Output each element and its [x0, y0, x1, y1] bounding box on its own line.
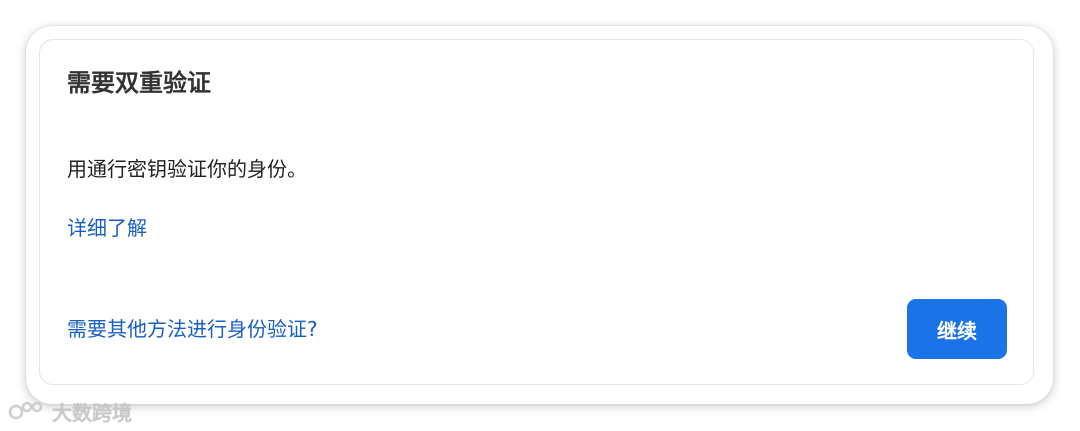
learn-more-link[interactable]: 详细了解	[67, 213, 147, 243]
watermark: 大数跨境	[8, 396, 132, 426]
continue-button[interactable]: 继续	[907, 299, 1007, 359]
two-factor-dialog: 需要双重验证 用通行密钥验证你的身份。 详细了解 需要其他方法进行身份验证? 继…	[39, 39, 1034, 385]
alt-auth-method-link[interactable]: 需要其他方法进行身份验证?	[67, 314, 318, 344]
watermark-logo-icon	[8, 398, 48, 424]
watermark-text: 大数跨境	[52, 400, 132, 425]
dialog-title: 需要双重验证	[67, 69, 211, 97]
dialog-message: 用通行密钥验证你的身份。	[67, 157, 307, 181]
